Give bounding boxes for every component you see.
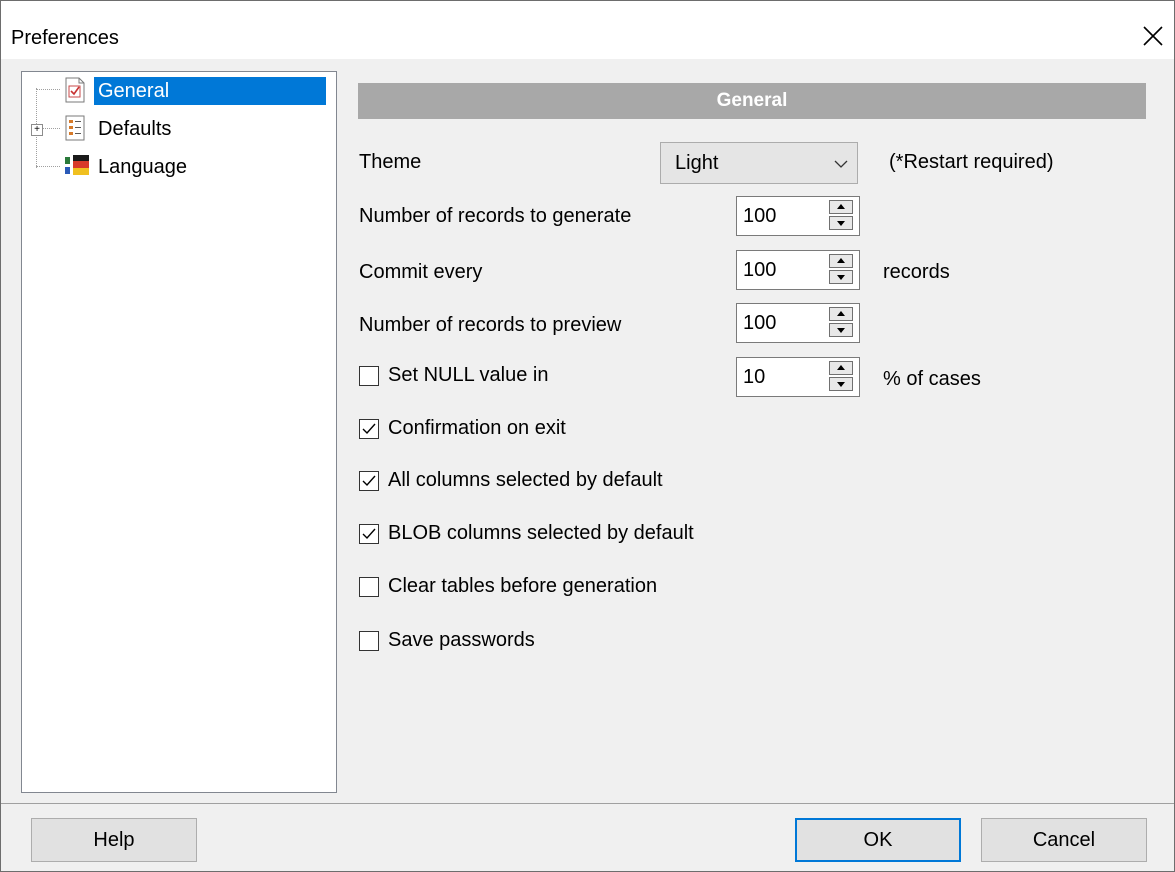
option-label: BLOB columns selected by default xyxy=(388,522,694,544)
arrow-up-icon xyxy=(837,365,845,370)
spin-down-button[interactable] xyxy=(829,377,853,391)
commit-suffix: records xyxy=(883,261,950,283)
tree-item-general[interactable]: General xyxy=(22,74,336,108)
spinner-value: 100 xyxy=(743,312,777,334)
arrow-down-icon xyxy=(837,275,845,280)
tree-item-label: General xyxy=(94,77,326,105)
cancel-button[interactable]: Cancel xyxy=(981,818,1147,862)
arrow-up-icon xyxy=(837,204,845,209)
tree-item-defaults[interactable]: + Defaults xyxy=(22,112,336,146)
title-bar: Preferences xyxy=(1,1,1174,59)
list-page-icon xyxy=(64,115,86,141)
divider xyxy=(1,803,1174,804)
tree-item-label: Defaults xyxy=(98,118,172,140)
option-label: Confirmation on exit xyxy=(388,417,566,439)
tree-item-label: Language xyxy=(98,156,187,178)
spin-up-button[interactable] xyxy=(829,254,853,268)
flag-icon xyxy=(64,153,89,179)
category-tree[interactable]: General + Defaults Language xyxy=(21,71,337,793)
preferences-dialog: Preferences General + Defaults Language … xyxy=(0,0,1175,872)
clear-tables-checkbox[interactable] xyxy=(359,577,379,597)
chevron-down-icon xyxy=(833,155,849,178)
arrow-down-icon xyxy=(837,382,845,387)
all-columns-checkbox[interactable] xyxy=(359,471,379,491)
expand-icon[interactable]: + xyxy=(31,124,43,136)
null-percent-spinner[interactable]: 10 xyxy=(736,357,860,397)
spinner-value: 10 xyxy=(743,366,766,388)
records-preview-label: Number of records to preview xyxy=(359,314,622,336)
arrow-down-icon xyxy=(837,328,845,333)
arrow-down-icon xyxy=(837,221,845,226)
arrow-up-icon xyxy=(837,258,845,263)
arrow-up-icon xyxy=(837,311,845,316)
option-label: All columns selected by default xyxy=(388,469,663,491)
spin-down-button[interactable] xyxy=(829,216,853,230)
spin-up-button[interactable] xyxy=(829,200,853,214)
records-generate-label: Number of records to generate xyxy=(359,205,632,227)
section-header: General xyxy=(358,83,1146,119)
null-value-label: Set NULL value in xyxy=(388,364,549,386)
blob-columns-checkbox[interactable] xyxy=(359,524,379,544)
spin-down-button[interactable] xyxy=(829,323,853,337)
spin-up-button[interactable] xyxy=(829,361,853,375)
null-value-suffix: % of cases xyxy=(883,368,981,390)
records-preview-spinner[interactable]: 100 xyxy=(736,303,860,343)
help-button[interactable]: Help xyxy=(31,818,197,862)
checklist-page-icon xyxy=(64,77,86,103)
commit-label: Commit every xyxy=(359,261,483,283)
theme-label: Theme xyxy=(359,151,422,173)
ok-button[interactable]: OK xyxy=(795,818,961,862)
checkmark-icon xyxy=(362,423,376,435)
theme-select[interactable]: Light xyxy=(660,142,858,184)
commit-spinner[interactable]: 100 xyxy=(736,250,860,290)
checkmark-icon xyxy=(362,475,376,487)
spin-down-button[interactable] xyxy=(829,270,853,284)
confirmation-on-exit-checkbox[interactable] xyxy=(359,419,379,439)
records-generate-spinner[interactable]: 100 xyxy=(736,196,860,236)
tree-item-language[interactable]: Language xyxy=(22,150,336,184)
null-value-checkbox[interactable] xyxy=(359,366,379,386)
restart-note: (*Restart required) xyxy=(889,151,1054,173)
close-icon[interactable] xyxy=(1138,21,1168,51)
spin-up-button[interactable] xyxy=(829,307,853,321)
theme-value: Light xyxy=(675,152,719,174)
checkmark-icon xyxy=(362,528,376,540)
spinner-value: 100 xyxy=(743,259,777,281)
spinner-value: 100 xyxy=(743,205,777,227)
save-passwords-checkbox[interactable] xyxy=(359,631,379,651)
option-label: Save passwords xyxy=(388,629,535,651)
window-title: Preferences xyxy=(11,27,119,49)
option-label: Clear tables before generation xyxy=(388,575,658,597)
